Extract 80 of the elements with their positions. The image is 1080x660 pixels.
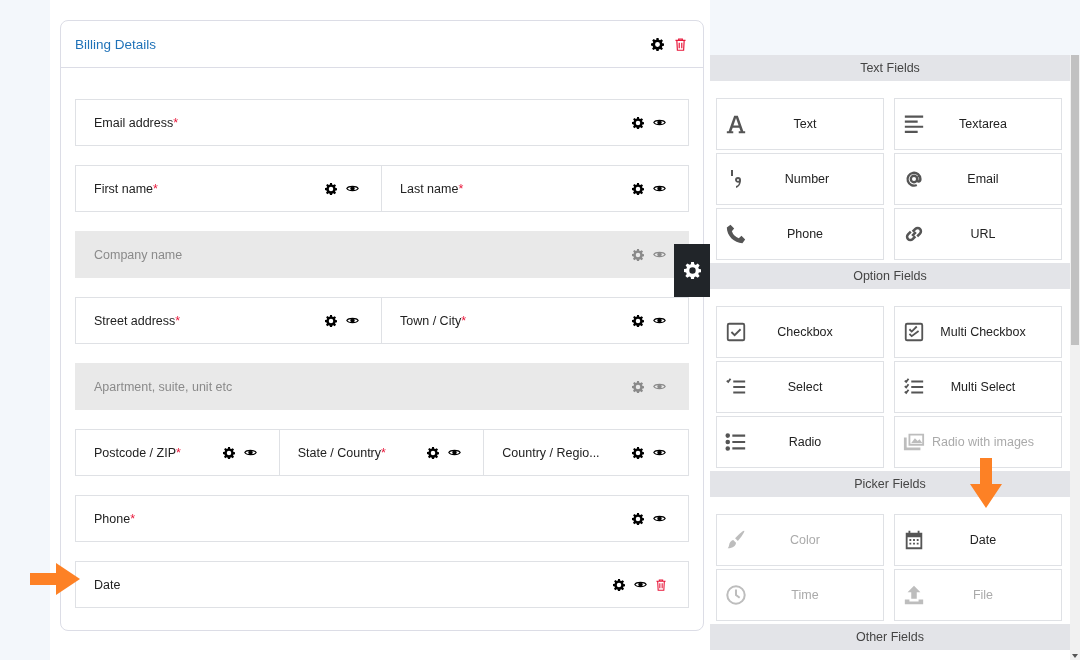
digits-icon bbox=[729, 169, 742, 189]
caret-icon[interactable] bbox=[1072, 654, 1078, 658]
bullet-list-icon bbox=[725, 431, 747, 453]
field-label: Last name* bbox=[400, 181, 464, 196]
settings-icon[interactable] bbox=[632, 116, 644, 129]
form-field[interactable]: State / Country* bbox=[279, 429, 485, 476]
eye-icon[interactable] bbox=[653, 118, 666, 127]
settings-icon[interactable] bbox=[632, 182, 644, 195]
settings-button[interactable] bbox=[674, 244, 710, 297]
eye-icon[interactable] bbox=[653, 514, 666, 523]
eye-icon[interactable] bbox=[653, 184, 666, 193]
field-type-button[interactable]: Number bbox=[716, 153, 884, 205]
eye-icon[interactable] bbox=[653, 316, 666, 325]
eye-icon[interactable] bbox=[243, 448, 257, 457]
form-field[interactable]: First name* bbox=[75, 165, 382, 212]
scrollbar[interactable] bbox=[1070, 55, 1080, 660]
form-field[interactable]: Phone* bbox=[75, 495, 689, 542]
section-header: Option Fields bbox=[710, 263, 1070, 289]
settings-icon[interactable] bbox=[632, 446, 644, 459]
section-header: Other Fields bbox=[710, 624, 1070, 650]
field-type-button[interactable]: Date bbox=[894, 514, 1062, 566]
delete-icon[interactable] bbox=[675, 37, 686, 51]
settings-icon[interactable] bbox=[632, 512, 644, 525]
field-type-button[interactable]: Select bbox=[716, 361, 884, 413]
field-label: Street address* bbox=[94, 313, 181, 328]
settings-icon[interactable] bbox=[222, 446, 235, 459]
section-header: Picker Fields bbox=[710, 471, 1070, 497]
form-field[interactable]: Town / City* bbox=[382, 297, 689, 344]
settings-icon[interactable] bbox=[427, 446, 440, 459]
letter-a-icon bbox=[725, 113, 747, 135]
calendar-icon bbox=[903, 529, 925, 551]
settings-icon[interactable] bbox=[325, 182, 337, 195]
form-field[interactable]: Postcode / ZIP* bbox=[75, 429, 280, 476]
form-field[interactable]: Date bbox=[75, 561, 689, 608]
field-type-button[interactable]: Multi Checkbox bbox=[894, 306, 1062, 358]
upload-icon bbox=[903, 584, 925, 606]
field-label: Country / Regio... bbox=[502, 445, 600, 460]
field-type-button[interactable]: Multi Select bbox=[894, 361, 1062, 413]
eye-icon[interactable] bbox=[653, 448, 666, 457]
field-label: Town / City* bbox=[400, 313, 466, 328]
settings-icon bbox=[683, 262, 701, 279]
eye-icon[interactable] bbox=[634, 580, 647, 589]
field-type-button[interactable]: Text bbox=[716, 98, 884, 150]
eye-icon[interactable] bbox=[448, 448, 462, 457]
settings-icon[interactable] bbox=[325, 314, 337, 327]
eye-icon[interactable] bbox=[346, 316, 359, 325]
clock-icon bbox=[725, 584, 747, 606]
text-lines-icon bbox=[903, 113, 925, 135]
pointer-arrow bbox=[970, 458, 1002, 508]
section-header: Text Fields bbox=[710, 55, 1070, 81]
field-label: Postcode / ZIP* bbox=[94, 445, 181, 460]
field-label: Company name bbox=[94, 247, 183, 262]
field-type-button[interactable]: URL bbox=[894, 208, 1062, 260]
form-field[interactable]: Country / Regio... bbox=[484, 429, 689, 476]
images-icon bbox=[903, 431, 925, 453]
settings-icon[interactable] bbox=[651, 37, 664, 51]
field-type-button[interactable]: Textarea bbox=[894, 98, 1062, 150]
field-label: First name* bbox=[94, 181, 158, 196]
eye-icon[interactable] bbox=[346, 184, 359, 193]
brush-icon bbox=[725, 529, 747, 551]
field-label: State / Country* bbox=[297, 445, 386, 460]
settings-icon[interactable] bbox=[632, 314, 644, 327]
section-title: Billing Details bbox=[75, 36, 157, 52]
field-type-button[interactable]: Checkbox bbox=[716, 306, 884, 358]
form-field[interactable]: Email address* bbox=[75, 99, 689, 146]
field-label: Phone* bbox=[94, 511, 136, 526]
field-type-button[interactable]: Phone bbox=[716, 208, 884, 260]
pointer-arrow bbox=[30, 563, 80, 595]
field-type-button[interactable]: Email bbox=[894, 153, 1062, 205]
checkbox-icon bbox=[725, 321, 747, 343]
field-label: Date bbox=[94, 577, 121, 592]
form-field[interactable]: Last name* bbox=[382, 165, 689, 212]
settings-icon[interactable] bbox=[613, 578, 625, 591]
checklist-box-icon bbox=[903, 321, 925, 343]
phone-icon bbox=[725, 223, 747, 245]
form-field[interactable]: Street address* bbox=[75, 297, 382, 344]
field-type-button[interactable]: Radio bbox=[716, 416, 884, 468]
field-label: Email address* bbox=[94, 115, 179, 130]
delete-icon[interactable] bbox=[656, 578, 666, 591]
field-label: Apartment, suite, unit etc bbox=[94, 379, 233, 394]
